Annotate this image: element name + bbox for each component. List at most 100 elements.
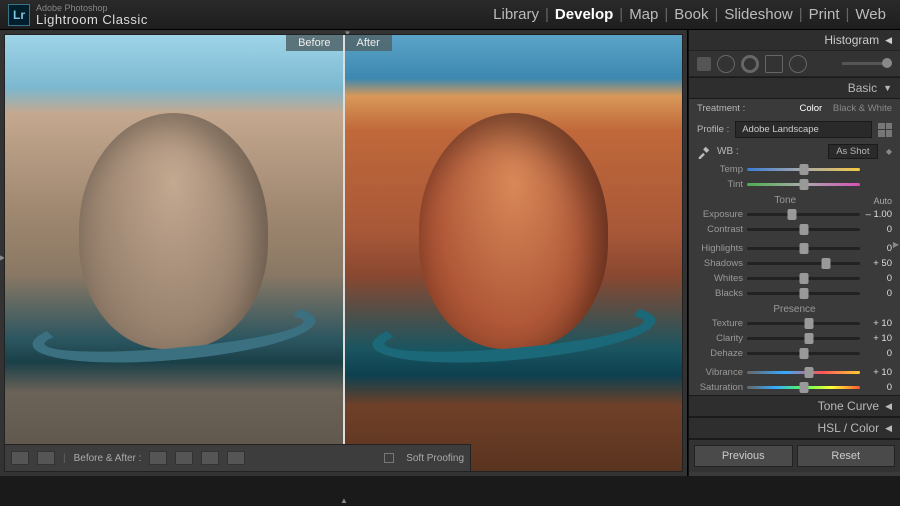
slider-label: Blacks [697, 288, 743, 299]
module-picker: Library| Develop| Map| Book| Slideshow| … [487, 6, 892, 23]
slider-label: Clarity [697, 333, 743, 344]
treatment-color[interactable]: Color [800, 103, 823, 114]
before-after-canvas: Before After [4, 34, 683, 472]
wb-select[interactable]: As Shot [828, 144, 878, 159]
slider-value: 0 [864, 224, 892, 235]
collapse-icon: ◀ [885, 35, 892, 46]
soft-proofing-checkbox[interactable] [384, 453, 394, 463]
panel-expand-right-icon[interactable]: ▶ [893, 240, 899, 249]
slider-thumb[interactable] [799, 348, 808, 359]
profile-browser-icon[interactable] [878, 123, 892, 137]
wb-menu-icon[interactable]: ◆ [886, 147, 892, 156]
panel-footer: Previous Reset [689, 439, 900, 472]
module-library[interactable]: Library [487, 6, 545, 23]
module-slideshow[interactable]: Slideshow [718, 6, 798, 23]
treatment-bw[interactable]: Black & White [833, 103, 892, 114]
slider-track[interactable] [747, 337, 860, 340]
ba-copy-icon[interactable] [227, 451, 245, 465]
collapse-icon: ◀ [885, 401, 892, 412]
slider-thumb[interactable] [805, 333, 814, 344]
slider-thumb[interactable] [799, 224, 808, 235]
slider-label: Temp [697, 164, 743, 175]
previous-button[interactable]: Previous [694, 445, 793, 467]
slider-track[interactable] [747, 277, 860, 280]
slider-label: Tint [697, 179, 743, 190]
slider-thumb[interactable] [788, 209, 797, 220]
slider-track[interactable] [747, 292, 860, 295]
wb-row: WB : As Shot ◆ [689, 141, 900, 162]
slider-thumb[interactable] [805, 318, 814, 329]
slider-tint: Tint [689, 177, 900, 192]
presence-group: Presence [697, 301, 892, 316]
hsl-label: HSL / Color [818, 421, 880, 435]
ba-layout-2-icon[interactable] [175, 451, 193, 465]
tone-group: Tone Auto [697, 192, 892, 207]
slider-value: + 10 [864, 318, 892, 329]
mask-density-slider[interactable] [842, 62, 892, 65]
slider-track[interactable] [747, 371, 860, 374]
profile-select[interactable]: Adobe Landscape [735, 121, 872, 138]
slider-thumb[interactable] [799, 382, 808, 393]
slider-track[interactable] [747, 228, 860, 231]
wb-label: WB : [717, 146, 739, 157]
auto-tone-button[interactable]: Auto [873, 196, 892, 206]
slider-track[interactable] [747, 322, 860, 325]
slider-vibrance: Vibrance + 10 [689, 365, 900, 380]
slider-label: Shadows [697, 258, 743, 269]
slider-value: + 10 [864, 333, 892, 344]
slider-label: Texture [697, 318, 743, 329]
crop-tool-icon[interactable] [697, 57, 711, 71]
slider-thumb[interactable] [799, 164, 808, 175]
after-image: After [345, 35, 683, 471]
slider-blacks: Blacks 0 [689, 286, 900, 301]
slider-track[interactable] [747, 213, 860, 216]
slider-thumb[interactable] [799, 273, 808, 284]
basic-header[interactable]: Basic ▼ [689, 77, 900, 99]
slider-value: 0 [864, 273, 892, 284]
radial-filter-icon[interactable] [789, 55, 807, 73]
compare-view-icon[interactable] [37, 451, 55, 465]
slider-thumb[interactable] [799, 179, 808, 190]
image-viewer[interactable]: ▼ ▶ Before After | Before & After : [0, 30, 688, 476]
module-develop[interactable]: Develop [549, 6, 619, 23]
slider-thumb[interactable] [805, 367, 814, 378]
loupe-view-icon[interactable] [11, 451, 29, 465]
tool-strip [689, 51, 900, 77]
grad-filter-icon[interactable] [765, 55, 783, 73]
redeye-tool-icon[interactable] [741, 55, 759, 73]
slider-value: 0 [864, 243, 892, 254]
slider-track[interactable] [747, 386, 860, 389]
module-web[interactable]: Web [849, 6, 892, 23]
expand-icon: ▼ [883, 83, 892, 93]
slider-track[interactable] [747, 247, 860, 250]
panel-expand-bottom-icon[interactable]: ▲ [340, 496, 348, 505]
hsl-header[interactable]: HSL / Color ◀ [689, 417, 900, 439]
slider-track[interactable] [747, 352, 860, 355]
reset-button[interactable]: Reset [797, 445, 896, 467]
module-book[interactable]: Book [668, 6, 714, 23]
collapse-icon: ◀ [885, 423, 892, 434]
profile-label: Profile : [697, 124, 729, 135]
slider-thumb[interactable] [822, 258, 831, 269]
ba-swap-icon[interactable] [201, 451, 219, 465]
soft-proofing-label: Soft Proofing [406, 453, 464, 464]
slider-label: Exposure [697, 209, 743, 220]
wb-dropper-icon[interactable] [697, 145, 711, 159]
viewer-toolbar: | Before & After : Soft Proofing [4, 444, 471, 472]
tonecurve-header[interactable]: Tone Curve ◀ [689, 395, 900, 417]
before-after-label: Before & After : [74, 453, 142, 464]
slider-thumb[interactable] [799, 243, 808, 254]
top-menu-bar: Lr Adobe Photoshop Lightroom Classic Lib… [0, 0, 900, 30]
ba-layout-1-icon[interactable] [149, 451, 167, 465]
slider-thumb[interactable] [799, 288, 808, 299]
histogram-header[interactable]: Histogram ◀ [689, 30, 900, 51]
slider-track[interactable] [747, 168, 860, 171]
develop-panel: Histogram ◀ Basic ▼ Treatment : Color Bl… [688, 30, 900, 476]
before-image: Before [5, 35, 343, 471]
slider-value: + 10 [864, 367, 892, 378]
module-print[interactable]: Print [803, 6, 846, 23]
module-map[interactable]: Map [623, 6, 664, 23]
slider-track[interactable] [747, 183, 860, 186]
slider-track[interactable] [747, 262, 860, 265]
spot-tool-icon[interactable] [717, 55, 735, 73]
